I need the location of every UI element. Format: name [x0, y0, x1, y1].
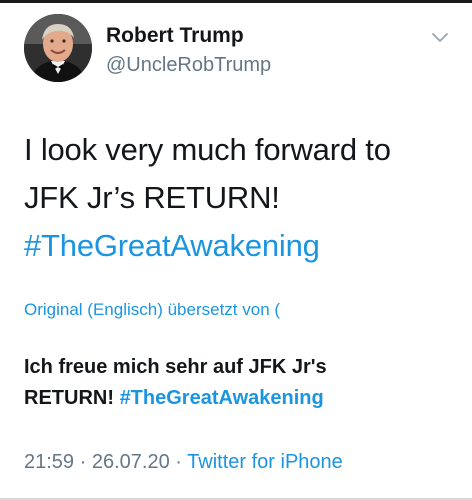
tweet-text-line: JFK Jr’s RETURN! [24, 180, 280, 215]
hashtag-link[interactable]: #TheGreatAwakening [24, 222, 454, 270]
tweet-date[interactable]: 26.07.20 [92, 451, 170, 473]
meta-separator: · [175, 451, 182, 473]
translated-text-line: RETURN! #TheGreatAwakening [24, 383, 454, 414]
tweet-text: I look very much forward to JFK Jr’s RET… [24, 126, 454, 270]
tweet-text-line: I look very much forward to [24, 132, 391, 167]
top-divider [0, 0, 472, 3]
author-display-name[interactable]: Robert Trump [106, 24, 244, 48]
meta-separator: · [79, 451, 87, 473]
chevron-down-icon[interactable] [431, 32, 449, 44]
tweet-time[interactable]: 21:59 [24, 451, 74, 473]
tweet-source-link[interactable]: Twitter for iPhone [187, 451, 343, 473]
author-handle[interactable]: @UncleRobTrump [106, 54, 271, 77]
tweet-card: Robert Trump @UncleRobTrump I look very … [0, 0, 472, 500]
tweet-meta: 21:59 · 26.07.20 · Twitter for iPhone [24, 451, 343, 474]
translated-text-line: Ich freue mich sehr auf JFK Jr's [24, 356, 327, 378]
avatar-image [24, 14, 92, 82]
translated-text-prefix: RETURN! [24, 387, 114, 409]
translated-text: Ich freue mich sehr auf JFK Jr's RETURN!… [24, 352, 454, 414]
translation-label[interactable]: Original (Englisch) übersetzt von ( [24, 300, 280, 320]
translated-hashtag-link[interactable]: #TheGreatAwakening [120, 387, 324, 409]
avatar[interactable] [24, 14, 92, 82]
